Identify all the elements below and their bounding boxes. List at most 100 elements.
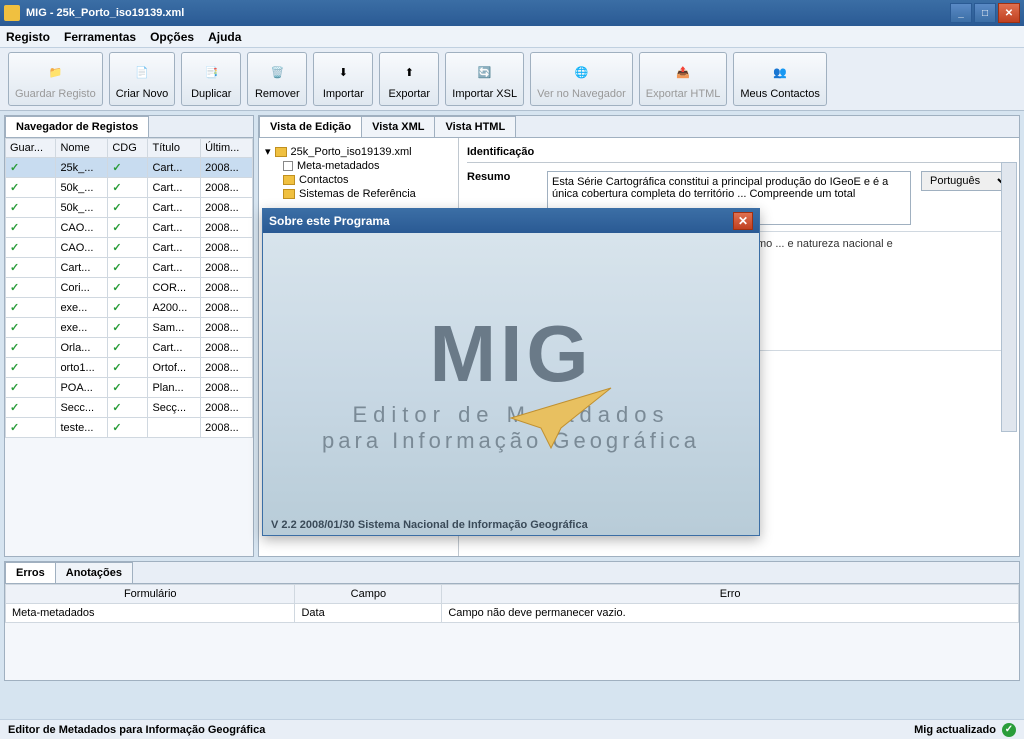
toolbar: 📁 Guardar Registo 📄 Criar Novo 📑 Duplica… (0, 48, 1024, 111)
check-icon: ✓ (108, 358, 148, 378)
minimize-button[interactable]: _ (950, 3, 972, 23)
importar-xsl-button[interactable]: 🔄 Importar XSL (445, 52, 524, 106)
tab-erros[interactable]: Erros (5, 562, 56, 583)
resumo-label: Resumo (467, 171, 537, 183)
check-icon: ✓ (108, 198, 148, 218)
check-icon: ✓ (6, 178, 56, 198)
tree-item[interactable]: Meta-metadados (265, 159, 452, 173)
table-row[interactable]: ✓exe...✓Sam...2008... (6, 318, 253, 338)
tab-vista-xml[interactable]: Vista XML (361, 116, 435, 137)
check-icon: ✓ (108, 238, 148, 258)
folder-icon (283, 189, 295, 199)
about-body: MIG Editor de Metadados para Informação … (263, 233, 759, 535)
close-button[interactable]: ✕ (998, 3, 1020, 23)
table-row[interactable]: ✓50k_...✓Cart...2008... (6, 198, 253, 218)
check-icon: ✓ (6, 278, 56, 298)
statusbar: Editor de Metadados para Informação Geog… (0, 719, 1024, 739)
status-right: Mig actualizado (914, 724, 996, 736)
about-version: V 2.2 2008/01/30 Sistema Nacional de Inf… (271, 519, 588, 531)
app-icon (4, 5, 20, 21)
check-icon: ✓ (6, 158, 56, 178)
exportar-html-button[interactable]: 📤 Exportar HTML (639, 52, 728, 106)
error-row[interactable]: Meta-metadados Data Campo não deve perma… (6, 604, 1019, 623)
table-row[interactable]: ✓exe...✓A200...2008... (6, 298, 253, 318)
check-icon: ✓ (108, 318, 148, 338)
table-row[interactable]: ✓CAO...✓Cart...2008... (6, 218, 253, 238)
check-icon: ✓ (108, 178, 148, 198)
table-row[interactable]: ✓Secc...✓Secç...2008... (6, 398, 253, 418)
import-icon: ⬇ (329, 58, 357, 86)
table-row[interactable]: ✓25k_...✓Cart...2008... (6, 158, 253, 178)
check-icon: ✓ (6, 318, 56, 338)
check-icon: ✓ (6, 338, 56, 358)
tab-vista-html[interactable]: Vista HTML (434, 116, 516, 137)
tree-root[interactable]: ▾ 25k_Porto_iso19139.xml (265, 144, 452, 159)
check-icon: ✓ (6, 398, 56, 418)
status-ok-icon: ✓ (1002, 723, 1016, 737)
tree-item[interactable]: Contactos (265, 173, 452, 187)
records-panel: Navegador de Registos Guar... Nome CDG T… (4, 115, 254, 557)
table-row[interactable]: ✓orto1...✓Ortof...2008... (6, 358, 253, 378)
check-icon: ✓ (108, 418, 148, 438)
check-icon: ✓ (108, 278, 148, 298)
importar-button[interactable]: ⬇ Importar (313, 52, 373, 106)
window-title: MIG - 25k_Porto_iso19139.xml (26, 7, 184, 19)
html-icon: 📤 (669, 58, 697, 86)
tab-vista-edicao[interactable]: Vista de Edição (259, 116, 362, 137)
menu-registo[interactable]: Registo (6, 30, 50, 44)
table-row[interactable]: ✓teste...✓2008... (6, 418, 253, 438)
check-icon: ✓ (108, 378, 148, 398)
trash-icon: 🗑️ (263, 58, 291, 86)
leaf-icon (283, 161, 293, 171)
menu-ajuda[interactable]: Ajuda (208, 30, 241, 44)
xsl-icon: 🔄 (471, 58, 499, 86)
people-icon: 👥 (766, 58, 794, 86)
guardar-button[interactable]: 📁 Guardar Registo (8, 52, 103, 106)
records-table: Guar... Nome CDG Título Últim... ✓25k_..… (5, 138, 253, 438)
ver-navegador-button[interactable]: 🌐 Ver no Navegador (530, 52, 633, 106)
menu-opcoes[interactable]: Opções (150, 30, 194, 44)
tree-item[interactable]: Sistemas de Referência (265, 187, 452, 201)
tab-anotacoes[interactable]: Anotações (55, 562, 133, 583)
check-icon: ✓ (6, 218, 56, 238)
about-close-button[interactable]: ✕ (733, 212, 753, 230)
check-icon: ✓ (6, 378, 56, 398)
check-icon: ✓ (108, 338, 148, 358)
status-left: Editor de Metadados para Informação Geog… (8, 724, 265, 736)
tab-navegador-registos[interactable]: Navegador de Registos (5, 116, 149, 137)
files-icon: 📑 (197, 58, 225, 86)
menubar: Registo Ferramentas Opções Ajuda (0, 26, 1024, 48)
check-icon: ✓ (6, 358, 56, 378)
check-icon: ✓ (6, 418, 56, 438)
table-row[interactable]: ✓50k_...✓Cart...2008... (6, 178, 253, 198)
folder-open-icon: 📁 (41, 58, 69, 86)
about-titlebar[interactable]: Sobre este Programa ✕ (263, 209, 759, 233)
language-select[interactable]: Português (921, 171, 1011, 191)
bottom-panel: Erros Anotações Formulário Campo Erro Me… (4, 561, 1020, 681)
check-icon: ✓ (6, 298, 56, 318)
section-identificacao: Identificação (467, 146, 1011, 163)
scrollbar[interactable] (1001, 162, 1017, 432)
check-icon: ✓ (108, 398, 148, 418)
table-row[interactable]: ✓Cori...✓COR...2008... (6, 278, 253, 298)
exportar-button[interactable]: ⬆ Exportar (379, 52, 439, 106)
meus-contactos-button[interactable]: 👥 Meus Contactos (733, 52, 826, 106)
maximize-button[interactable]: □ (974, 3, 996, 23)
table-row[interactable]: ✓Orla...✓Cart...2008... (6, 338, 253, 358)
menu-ferramentas[interactable]: Ferramentas (64, 30, 136, 44)
errors-table: Formulário Campo Erro Meta-metadados Dat… (5, 584, 1019, 623)
collapse-icon[interactable]: ▾ (265, 145, 271, 158)
folder-icon (275, 147, 287, 157)
table-row[interactable]: ✓POA...✓Plan...2008... (6, 378, 253, 398)
check-icon: ✓ (6, 198, 56, 218)
duplicar-button[interactable]: 📑 Duplicar (181, 52, 241, 106)
table-row[interactable]: ✓Cart...✓Cart...2008... (6, 258, 253, 278)
check-icon: ✓ (6, 238, 56, 258)
criar-novo-button[interactable]: 📄 Criar Novo (109, 52, 176, 106)
check-icon: ✓ (108, 218, 148, 238)
check-icon: ✓ (108, 158, 148, 178)
remover-button[interactable]: 🗑️ Remover (247, 52, 307, 106)
table-row[interactable]: ✓CAO...✓Cart...2008... (6, 238, 253, 258)
file-new-icon: 📄 (128, 58, 156, 86)
check-icon: ✓ (6, 258, 56, 278)
